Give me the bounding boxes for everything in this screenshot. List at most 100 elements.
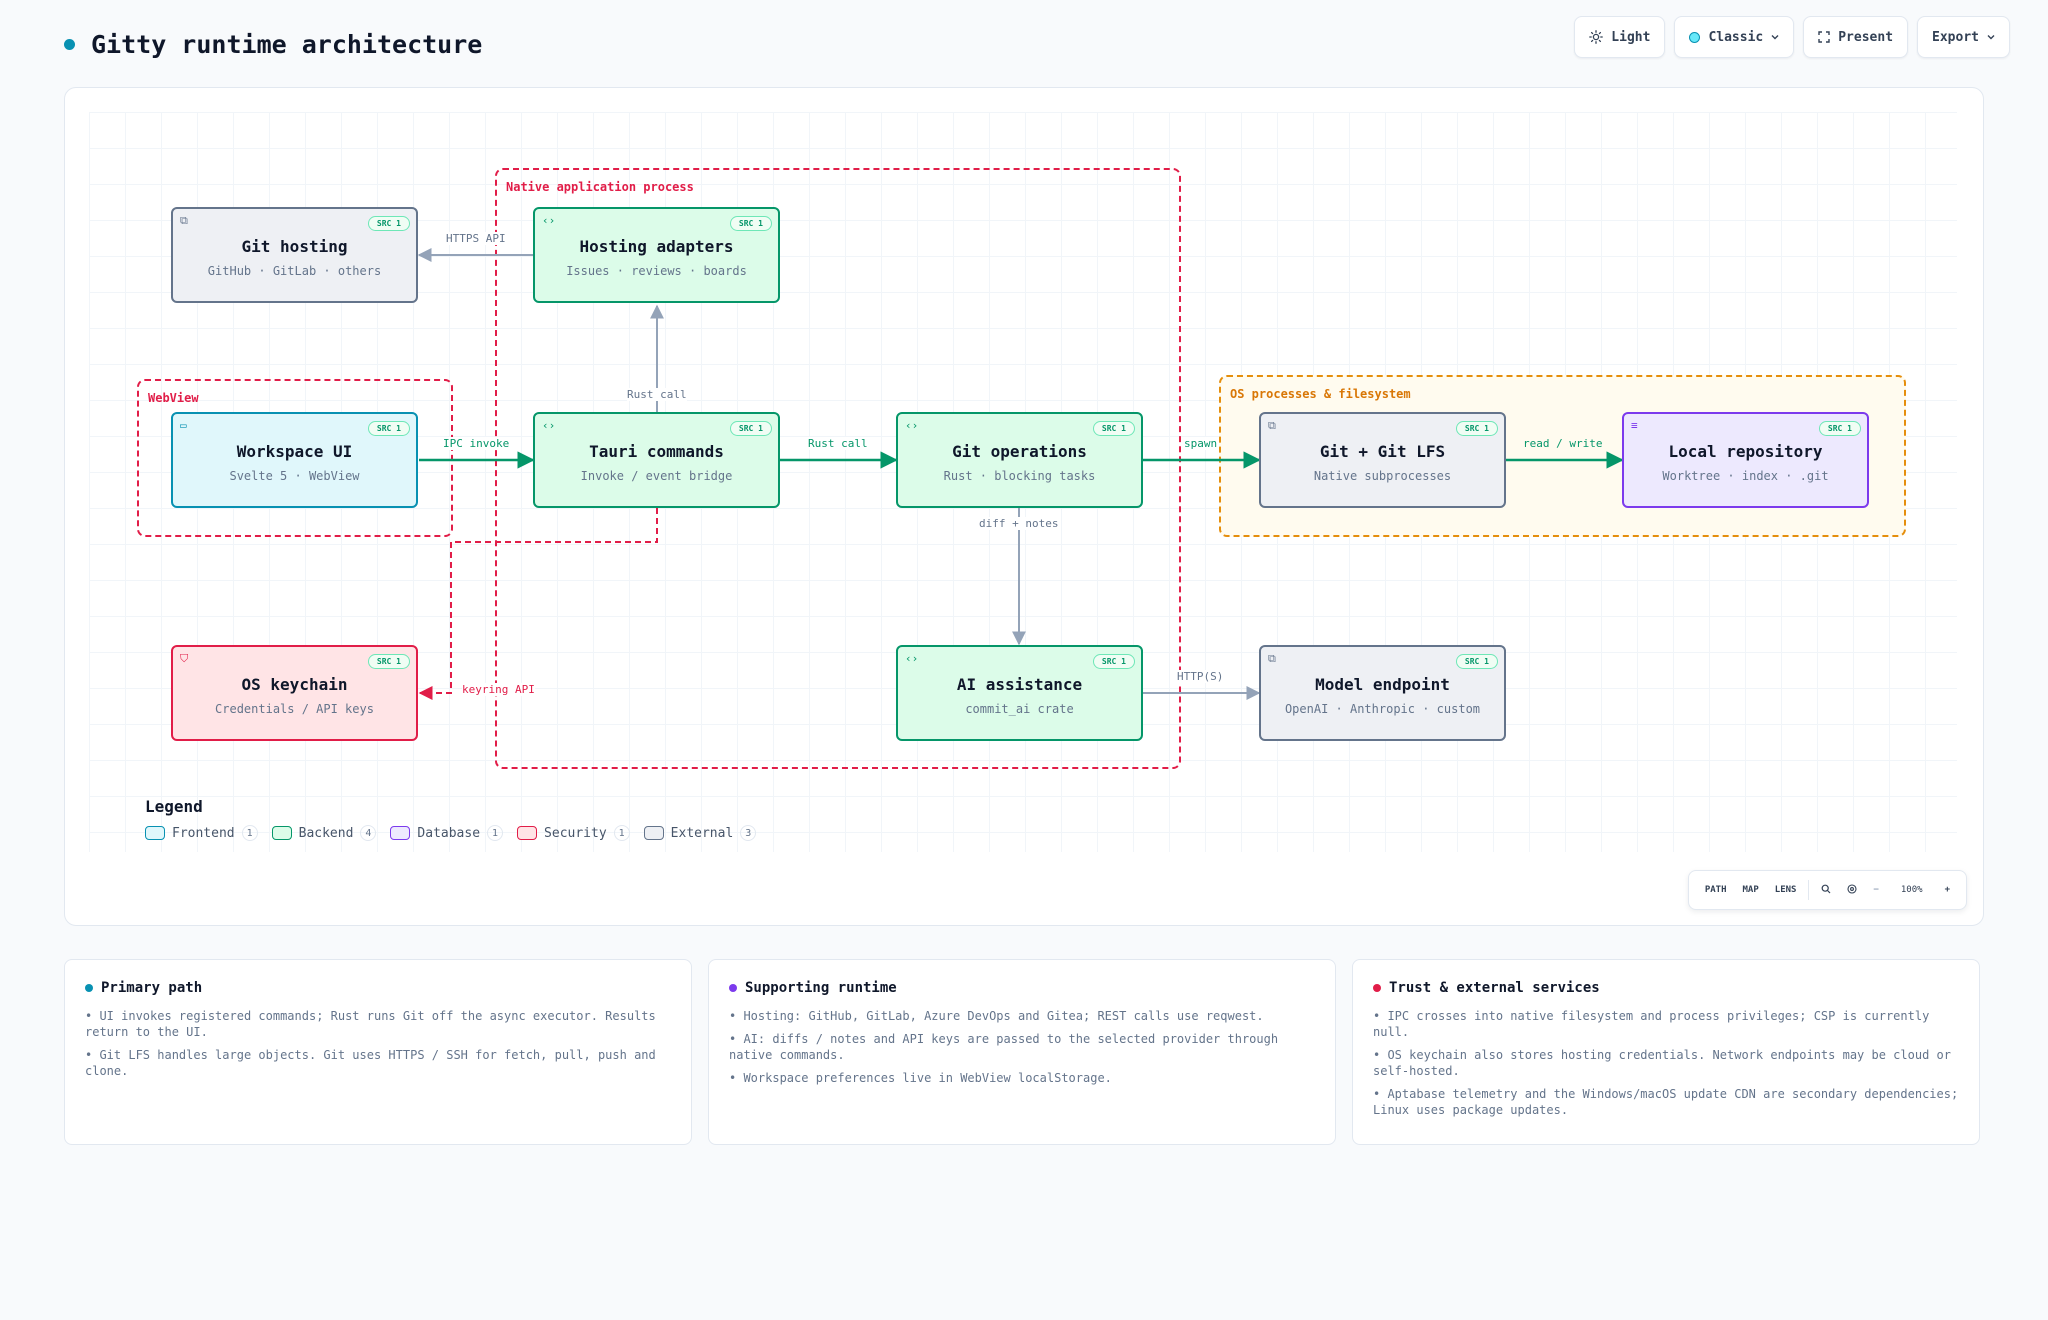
- legend-item-backend[interactable]: Backend 4: [271, 825, 377, 841]
- node-subtitle: Rust · blocking tasks: [943, 468, 1096, 483]
- source-badge[interactable]: SRC 1: [367, 421, 410, 436]
- node-git-operations[interactable]: ‹› SRC 1 Git operations Rust · blocking …: [896, 412, 1143, 508]
- node-title: Local repository: [1668, 441, 1823, 461]
- zoom-out-button[interactable]: −: [1865, 885, 1886, 895]
- node-subtitle: GitHub · GitLab · others: [207, 263, 382, 278]
- node-git-lfs[interactable]: ⧉ SRC 1 Git + Git LFS Native subprocesse…: [1259, 412, 1506, 508]
- node-workspace-ui[interactable]: ▭ SRC 1 Workspace UI Svelte 5 · WebView: [171, 412, 418, 508]
- help-icon[interactable]: [1839, 883, 1865, 897]
- window-icon: ▭: [180, 419, 187, 432]
- source-badge[interactable]: SRC 1: [729, 421, 772, 436]
- legend-swatch: [271, 826, 292, 840]
- source-badge[interactable]: SRC 1: [367, 654, 410, 669]
- source-badge[interactable]: SRC 1: [1092, 654, 1135, 669]
- zoom-level: 100%: [1900, 885, 1923, 895]
- chevron-down-icon: [1771, 34, 1779, 40]
- node-subtitle: Native subprocesses: [1313, 468, 1452, 483]
- node-subtitle: Svelte 5 · WebView: [229, 468, 360, 483]
- light-label: Light: [1611, 29, 1651, 45]
- source-badge[interactable]: SRC 1: [729, 216, 772, 231]
- legend-item-database[interactable]: Database 1: [390, 825, 504, 841]
- page-header: Gitty runtime architecture: [64, 30, 482, 59]
- classic-style-dropdown[interactable]: Classic: [1674, 16, 1795, 58]
- legend-swatch: [643, 826, 664, 840]
- node-local-repository[interactable]: ≡ SRC 1 Local repository Worktree · inde…: [1622, 412, 1869, 508]
- legend-item-frontend[interactable]: Frontend 1: [145, 825, 258, 841]
- present-button[interactable]: Present: [1803, 16, 1909, 58]
- card-supporting-runtime: Supporting runtime • Hosting: GitHub, Gi…: [708, 959, 1336, 1145]
- legend-label: Security: [544, 825, 607, 841]
- edge-label-read-write: read / write: [1523, 437, 1603, 450]
- code-icon: ‹›: [542, 419, 556, 432]
- source-badge[interactable]: SRC 1: [1455, 654, 1498, 669]
- legend-swatch: [145, 826, 165, 840]
- title-dot: [64, 39, 75, 50]
- node-subtitle: Credentials / API keys: [215, 701, 374, 716]
- edge-label-diff-notes: diff + notes: [979, 517, 1059, 530]
- present-label: Present: [1838, 29, 1894, 45]
- zoom-in-button[interactable]: +: [1937, 885, 1958, 895]
- lens-mode-button[interactable]: LENS: [1767, 885, 1805, 895]
- card-title: Supporting runtime: [745, 980, 897, 996]
- external-link-icon: ⧉: [1268, 419, 1276, 432]
- legend-label: Frontend: [172, 825, 235, 841]
- edge-label-rust-call: Rust call: [808, 437, 868, 450]
- legend: Legend Frontend 1 Backend 4 Database 1 S…: [145, 797, 757, 841]
- fullscreen-icon: [1818, 31, 1830, 43]
- sun-icon: [1589, 30, 1604, 44]
- info-cards: Primary path • UI invokes registered com…: [64, 959, 1980, 1145]
- legend-title: Legend: [145, 797, 203, 816]
- legend-label: Backend: [298, 825, 354, 841]
- node-os-keychain[interactable]: ⛉ SRC 1 OS keychain Credentials / API ke…: [171, 645, 418, 741]
- source-badge[interactable]: SRC 1: [1818, 421, 1861, 436]
- node-title: Hosting adapters: [579, 236, 734, 256]
- legend-count: 1: [613, 825, 630, 841]
- legend-item-security[interactable]: Security 1: [517, 825, 630, 841]
- database-icon: ≡: [1631, 419, 1638, 432]
- legend-count: 4: [360, 825, 377, 841]
- node-subtitle: Worktree · index · .git: [1662, 468, 1829, 483]
- classic-label: Classic: [1708, 29, 1764, 45]
- light-theme-button[interactable]: Light: [1574, 16, 1666, 58]
- node-model-endpoint[interactable]: ⧉ SRC 1 Model endpoint OpenAI · Anthropi…: [1259, 645, 1506, 741]
- node-title: Model endpoint: [1315, 674, 1450, 694]
- card-bullet: • Hosting: GitHub, GitLab, Azure DevOps …: [729, 1009, 1264, 1023]
- legend-label: External: [670, 825, 734, 841]
- node-tauri-commands[interactable]: ‹› SRC 1 Tauri commands Invoke / event b…: [533, 412, 780, 508]
- edge-label-spawn: spawn: [1184, 437, 1218, 450]
- card-bullet: • UI invokes registered commands; Rust r…: [85, 1009, 656, 1039]
- node-title: Workspace UI: [236, 441, 353, 461]
- map-mode-button[interactable]: MAP: [1735, 885, 1767, 895]
- edge-label-https-api: HTTPS API: [446, 232, 506, 245]
- node-ai-assistance[interactable]: ‹› SRC 1 AI assistance commit_ai crate: [896, 645, 1143, 741]
- code-icon: ‹›: [542, 214, 556, 227]
- legend-swatch: [517, 826, 538, 840]
- legend-item-external[interactable]: External 3: [643, 825, 757, 841]
- export-dropdown[interactable]: Export: [1917, 16, 2010, 58]
- card-dot: [85, 984, 93, 992]
- chevron-down-icon: [1987, 34, 1995, 40]
- node-title: Git operations: [952, 441, 1087, 461]
- diagram-canvas[interactable]: Native application process WebView OS pr…: [64, 87, 1984, 926]
- source-badge[interactable]: SRC 1: [1092, 421, 1135, 436]
- card-title: Trust & external services: [1389, 980, 1600, 996]
- legend-count: 1: [487, 825, 504, 841]
- card-bullet: • IPC crosses into native filesystem and…: [1373, 1009, 1930, 1039]
- search-icon[interactable]: [1813, 884, 1839, 897]
- node-subtitle: OpenAI · Anthropic · custom: [1284, 701, 1481, 716]
- edge-label-rust-call-up: Rust call: [627, 388, 687, 401]
- page-title: Gitty runtime architecture: [91, 30, 483, 59]
- source-badge[interactable]: SRC 1: [367, 216, 410, 231]
- node-title: Git + Git LFS: [1319, 441, 1446, 461]
- divider: [1808, 880, 1810, 900]
- node-git-hosting[interactable]: ⧉ SRC 1 Git hosting GitHub · GitLab · ot…: [171, 207, 418, 303]
- path-mode-button[interactable]: PATH: [1697, 885, 1735, 895]
- card-title: Primary path: [101, 980, 203, 996]
- node-hosting-adapters[interactable]: ‹› SRC 1 Hosting adapters Issues · revie…: [533, 207, 780, 303]
- node-subtitle: Invoke / event bridge: [580, 468, 733, 483]
- card-bullet: • Git LFS handles large objects. Git use…: [85, 1048, 656, 1078]
- card-dot: [729, 984, 737, 992]
- source-badge[interactable]: SRC 1: [1455, 421, 1498, 436]
- legend-swatch: [390, 826, 411, 840]
- shield-icon: ⛉: [180, 652, 189, 665]
